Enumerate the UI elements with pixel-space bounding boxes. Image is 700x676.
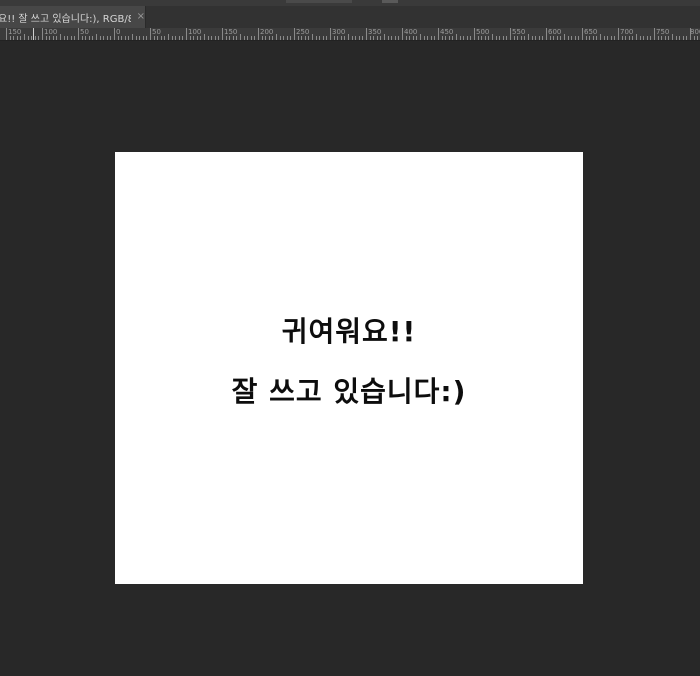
options-bar-toggle[interactable] [382,0,398,3]
ruler-label: 300 [332,28,346,36]
ruler-label: 200 [260,28,274,36]
document-tab[interactable]: 요!! 잘 쓰고 있습니다:), RGB/8#) * × [0,6,146,28]
ruler-label: 350 [368,28,382,36]
ruler-label: 150 [224,28,238,36]
photoshop-window: 요!! 잘 쓰고 있습니다:), RGB/8#) * × 150 100 50 … [0,0,700,676]
ruler-label: 400 [404,28,418,36]
options-bar-field[interactable] [286,0,352,3]
ruler-label: 100 [188,28,202,36]
canvas-text-line-2[interactable]: 잘 쓰고 있습니다:) [115,370,583,410]
horizontal-ruler[interactable]: 150 100 50 0 50 100 150 200 250 300 350 … [0,28,700,41]
ruler-label: 450 [440,28,454,36]
document-tab-title: 요!! 잘 쓰고 있습니다:), RGB/8#) * [0,13,131,25]
ruler-label: 600 [548,28,562,36]
ruler-label: 700 [620,28,634,36]
ruler-label: 0 [116,28,121,36]
ruler-label: 250 [296,28,310,36]
ruler-label: 500 [476,28,490,36]
ruler-label: 750 [656,28,670,36]
canvas-text-line-1[interactable]: 귀여워요!! [115,310,583,350]
document-canvas[interactable]: 귀여워요!! 잘 쓰고 있습니다:) [115,152,583,584]
ruler-label: 150 [8,28,22,36]
ruler-label: 50 [80,28,89,36]
ruler-label: 100 [44,28,58,36]
ruler-label: 800 [690,28,700,36]
ruler-label: 650 [584,28,598,36]
ruler-label: 550 [512,28,526,36]
close-icon[interactable]: × [137,12,145,22]
ruler-label: 50 [152,28,161,36]
document-tab-bar: 요!! 잘 쓰고 있습니다:), RGB/8#) * × [0,6,700,28]
